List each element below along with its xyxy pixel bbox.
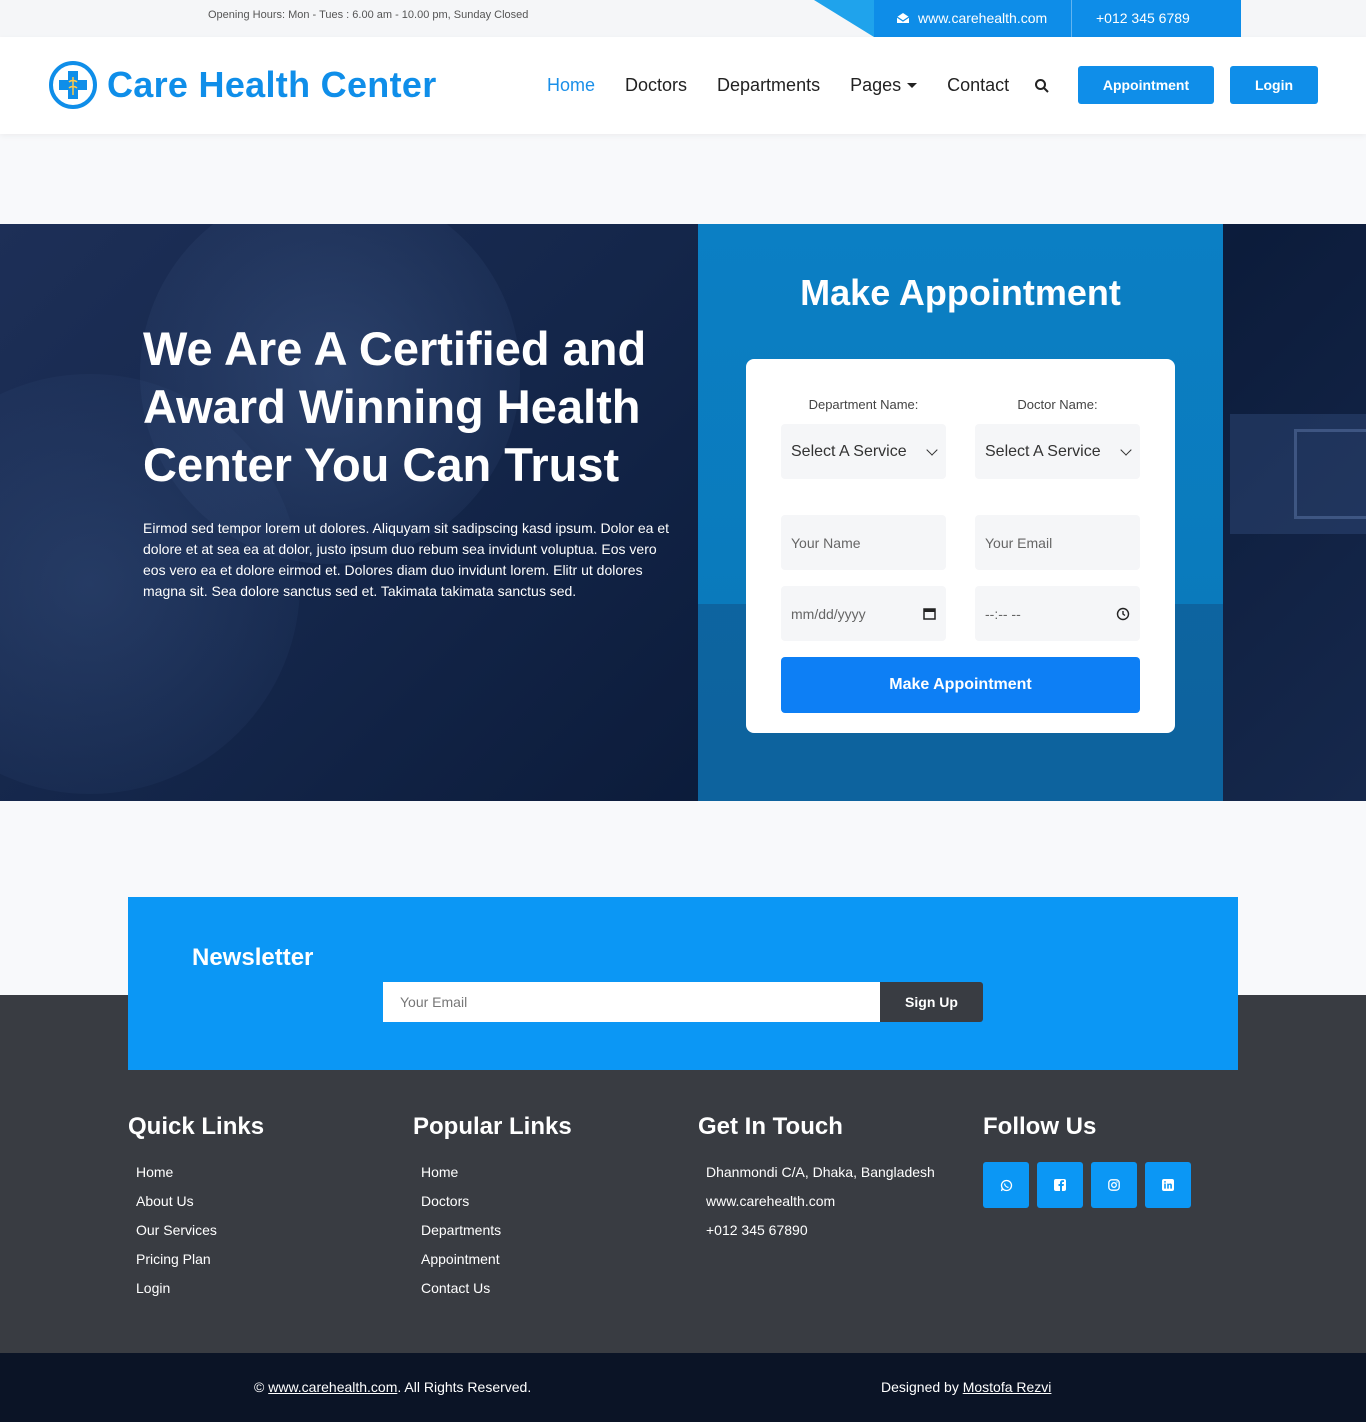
linkedin-button[interactable] [1145,1162,1191,1208]
newsletter-email-input[interactable]: Your Email [383,982,881,1022]
footer-website[interactable]: www.carehealth.com [706,1191,935,1220]
search-icon[interactable] [1034,78,1050,94]
calendar-icon[interactable] [923,607,936,620]
appointment-button[interactable]: Appointment [1078,66,1214,104]
navbar: Care Health Center Home Doctors Departme… [0,37,1366,134]
nav-home[interactable]: Home [547,75,595,96]
nav-departments[interactable]: Departments [717,75,820,96]
brand-logo[interactable]: Care Health Center [48,60,437,110]
designer-link[interactable]: Mostofa Rezvi [963,1379,1052,1395]
caret-down-icon [907,83,918,88]
department-label: Department Name: [808,397,919,412]
opening-hours: Opening Hours: Mon - Tues : 6.00 am - 10… [208,9,529,21]
quick-links-title: Quick Links [128,1113,265,1140]
follow-us-column: Follow Us [983,1113,1191,1208]
popular-link-home[interactable]: Home [421,1162,572,1191]
follow-us-title: Follow Us [983,1113,1097,1140]
doctor-label: Doctor Name: [1017,397,1098,412]
name-input[interactable]: Your Name [781,515,946,570]
date-input[interactable]: mm/dd/yyyy [781,586,946,641]
department-select[interactable]: Select A Service [781,424,946,479]
instagram-button[interactable] [1091,1162,1137,1208]
popular-link-departments[interactable]: Departments [421,1220,572,1249]
footer-link-home[interactable]: Home [136,1162,264,1191]
popular-links-column: Popular Links Home Doctors Departments A… [413,1113,572,1307]
footer-phone[interactable]: +012 345 67890 [706,1220,935,1249]
topbar-website[interactable]: www.carehealth.com [896,10,1047,26]
hero-section: We Are A Certified and Award Winning Hea… [0,224,1366,801]
linkedin-icon [1162,1179,1174,1191]
chevron-down-icon [926,443,938,456]
copyright-site-link[interactable]: www.carehealth.com [268,1379,397,1395]
get-in-touch-column: Get In Touch Dhanmondi C/A, Dhaka, Bangl… [698,1113,935,1249]
time-input[interactable]: --:-- -- [975,586,1140,641]
doctor-select[interactable]: Select A Service [975,424,1140,479]
newsletter-section: Newsletter Your Email Sign Up [128,897,1238,1070]
popular-link-doctors[interactable]: Doctors [421,1191,572,1220]
appointment-form: Department Name: Doctor Name: Select A S… [746,359,1175,733]
appointment-title: Make Appointment [800,272,1121,313]
copyright-bar: © www.carehealth.com. All Rights Reserve… [0,1353,1366,1422]
facebook-icon [1054,1179,1066,1191]
footer-link-pricing[interactable]: Pricing Plan [136,1249,264,1278]
topbar-website-text: www.carehealth.com [918,10,1048,26]
topbar-contact: www.carehealth.com +012 345 6789 [814,0,1241,37]
newsletter-title: Newsletter [192,944,314,971]
hero-title: We Are A Certified and Award Winning Hea… [143,322,647,491]
social-links [983,1162,1191,1208]
chevron-down-icon [1120,443,1132,456]
instagram-icon [1108,1179,1120,1191]
email-input[interactable]: Your Email [975,515,1140,570]
topbar-phone[interactable]: +012 345 6789 [1096,10,1190,26]
medical-cross-icon [49,61,97,109]
copyright-text: © www.carehealth.com. All Rights Reserve… [254,1379,532,1395]
clock-icon[interactable] [1116,607,1130,621]
top-bar: Opening Hours: Mon - Tues : 6.00 am - 10… [0,0,1366,37]
whatsapp-icon [1000,1179,1012,1191]
whatsapp-button[interactable] [983,1162,1029,1208]
login-button[interactable]: Login [1230,66,1318,104]
appointment-panel: Make Appointment Department Name: Doctor… [698,224,1223,801]
footer-link-about[interactable]: About Us [136,1191,264,1220]
quick-links-column: Quick Links Home About Us Our Services P… [128,1113,264,1307]
hero-description: Eirmod sed tempor lorem ut dolores. Aliq… [143,520,670,599]
designer-credit: Designed by Mostofa Rezvi [881,1379,1052,1395]
footer-link-login[interactable]: Login [136,1278,264,1307]
main-menu: Home Doctors Departments Pages Contact [547,75,1039,96]
sign-up-button[interactable]: Sign Up [880,982,983,1022]
get-in-touch-title: Get In Touch [698,1113,843,1140]
footer-address: Dhanmondi C/A, Dhaka, Bangladesh [706,1164,935,1180]
popular-link-contact[interactable]: Contact Us [421,1278,572,1307]
nav-pages[interactable]: Pages [850,75,918,96]
footer-link-services[interactable]: Our Services [136,1220,264,1249]
make-appointment-button[interactable]: Make Appointment [781,657,1140,713]
nav-contact[interactable]: Contact [947,75,1009,96]
envelope-icon [896,13,910,23]
popular-link-appointment[interactable]: Appointment [421,1249,572,1278]
popular-links-title: Popular Links [413,1113,572,1140]
facebook-button[interactable] [1037,1162,1083,1208]
nav-doctors[interactable]: Doctors [625,75,687,96]
brand-name: Care Health Center [107,64,437,105]
